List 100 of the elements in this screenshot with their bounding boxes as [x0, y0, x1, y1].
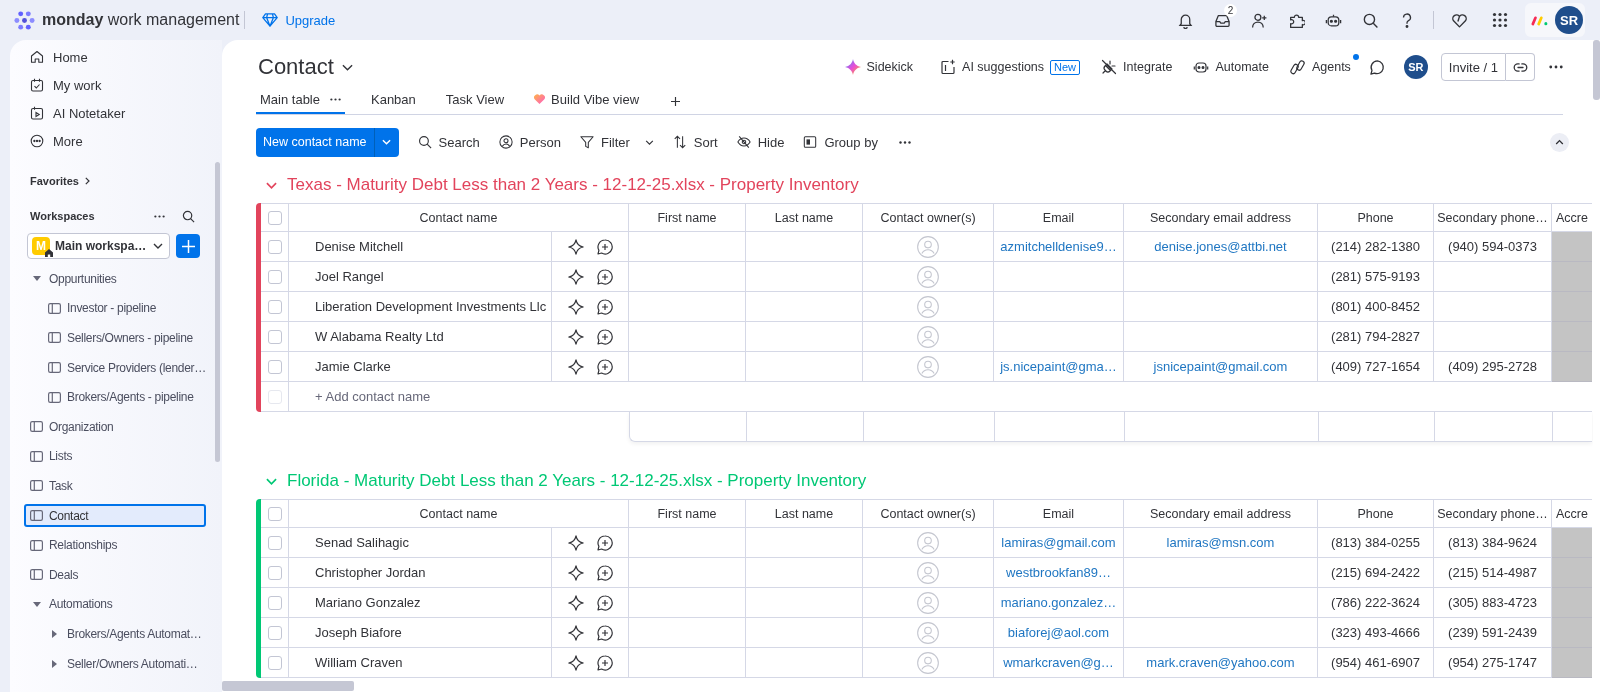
column-header[interactable]: First name	[629, 203, 746, 232]
new-item-button[interactable]: New contact name	[256, 127, 374, 157]
table-cell[interactable]: Mariano Gonzalez	[289, 588, 552, 618]
table-cell[interactable]	[1124, 262, 1318, 292]
apps-grid-icon[interactable]	[1492, 12, 1508, 28]
more-icon[interactable]	[898, 140, 911, 144]
board-item[interactable]: Relationships	[10, 530, 215, 560]
board-item[interactable]: Deals	[10, 559, 215, 590]
scrollbar-thumb[interactable]	[1593, 40, 1600, 100]
select-all-checkbox[interactable]	[267, 506, 282, 521]
more-icon[interactable]	[1549, 65, 1563, 69]
column-header[interactable]: Secondary email address	[1124, 499, 1318, 528]
table-cell[interactable]	[746, 588, 863, 618]
person-icon[interactable]	[917, 651, 939, 674]
table-cell[interactable]	[994, 262, 1124, 292]
folder-item[interactable]: Seller/Owners Automati…	[10, 648, 215, 679]
status-cell[interactable]	[1552, 558, 1592, 588]
table-cell[interactable]	[994, 292, 1124, 322]
board-item[interactable]: Task	[10, 471, 215, 501]
sparkle-icon[interactable]	[567, 268, 584, 285]
column-header[interactable]: Secondary email address	[1124, 203, 1318, 232]
column-header[interactable]: Email	[994, 499, 1124, 528]
chat-plus-icon[interactable]	[596, 594, 613, 611]
email-link[interactable]: westbrookfan89…	[1006, 565, 1111, 580]
column-header[interactable]: Contact owner(s)	[863, 203, 994, 232]
board-item[interactable]: Lists	[10, 441, 215, 472]
toolbar-button[interactable]: Person	[498, 128, 561, 156]
person-icon[interactable]	[917, 561, 939, 584]
board-item[interactable]: Brokers/Agents - pipeline	[10, 382, 215, 412]
nav-item[interactable]: My work	[10, 71, 215, 99]
chat-plus-icon[interactable]	[596, 268, 613, 285]
select-all-checkbox[interactable]	[267, 210, 282, 225]
chat-bubble-icon[interactable]	[1368, 58, 1386, 76]
invite-button[interactable]: Invite / 1	[1440, 53, 1506, 81]
nav-item[interactable]: AI Notetaker	[10, 99, 215, 127]
row-checkbox[interactable]	[267, 269, 282, 284]
row-checkbox[interactable]	[267, 565, 282, 580]
table-cell[interactable]: (214) 282-1380	[1318, 232, 1434, 262]
table-cell[interactable]	[746, 232, 863, 262]
person-icon[interactable]	[917, 325, 939, 348]
header-action[interactable]: AI suggestions New	[940, 53, 1081, 81]
table-cell[interactable]	[1124, 292, 1318, 322]
column-header[interactable]: Last name	[746, 499, 863, 528]
add-button[interactable]	[176, 234, 200, 258]
table-cell[interactable]	[629, 292, 746, 322]
table-cell[interactable]: (215) 694-2422	[1318, 558, 1434, 588]
email-link[interactable]: wmarkcraven@g…	[1003, 655, 1114, 670]
sparkle-icon[interactable]	[567, 534, 584, 551]
table-cell[interactable]: Jamie Clarke	[289, 352, 552, 382]
email-link[interactable]: azmitchelldenise9…	[1000, 239, 1117, 254]
table-cell[interactable]	[746, 528, 863, 558]
table-cell[interactable]	[1124, 322, 1318, 352]
table-cell[interactable]: (786) 222-3624	[1318, 588, 1434, 618]
table-cell[interactable]	[629, 618, 746, 648]
table-cell[interactable]	[629, 558, 746, 588]
status-cell[interactable]	[1552, 352, 1592, 382]
column-header[interactable]: Contact name	[289, 203, 629, 232]
email-link[interactable]: biaforej@aol.com	[1007, 625, 1110, 640]
workspace-selector[interactable]: M Main workspa…	[27, 233, 170, 259]
column-header[interactable]: Email	[994, 203, 1124, 232]
group-title[interactable]: Texas - Maturity Debt Less than 2 Years - 12-12-25.xlsx - Property Inventory	[287, 175, 859, 195]
upgrade-button[interactable]: Upgrade	[262, 12, 336, 28]
board-item[interactable]: Sellers/Owners - pipeline	[10, 323, 215, 353]
folder-item[interactable]: Brokers/Agents Automat…	[10, 619, 215, 649]
table-cell[interactable]	[629, 262, 746, 292]
account-switcher[interactable]: SR	[1525, 3, 1585, 37]
row-checkbox[interactable]	[267, 655, 282, 670]
table-cell[interactable]	[629, 232, 746, 262]
status-cell[interactable]	[1552, 262, 1592, 292]
chat-plus-icon[interactable]	[596, 328, 613, 345]
status-cell[interactable]	[1552, 292, 1592, 322]
row-checkbox[interactable]	[267, 625, 282, 640]
table-cell[interactable]: (813) 384-0255	[1318, 528, 1434, 558]
table-cell[interactable]	[994, 322, 1124, 352]
column-header[interactable]: Phone	[1318, 203, 1434, 232]
person-icon[interactable]	[917, 531, 939, 554]
folder-item[interactable]: Oppurtunities	[10, 264, 215, 294]
column-header[interactable]: Last name	[746, 203, 863, 232]
table-cell[interactable]: William Craven	[289, 648, 552, 678]
folder-item[interactable]: Automations	[10, 589, 215, 620]
rename-field[interactable]: Contact	[24, 504, 206, 528]
column-header[interactable]: Secondary phone…	[1434, 499, 1552, 528]
chat-plus-icon[interactable]	[596, 238, 613, 255]
more-icon[interactable]	[330, 97, 341, 101]
table-cell[interactable]: (323) 493-4666	[1318, 618, 1434, 648]
add-person-icon[interactable]	[1251, 11, 1268, 29]
email-link[interactable]: denise.jones@attbi.net	[1154, 239, 1287, 254]
table-cell[interactable]	[746, 322, 863, 352]
nav-item[interactable]: More	[10, 127, 215, 155]
table-cell[interactable]	[746, 292, 863, 322]
row-checkbox[interactable]	[267, 359, 282, 374]
chat-plus-icon[interactable]	[596, 298, 613, 315]
table-cell[interactable]: Joseph Biafore	[289, 618, 552, 648]
person-icon[interactable]	[917, 295, 939, 318]
table-cell[interactable]: (281) 794-2827	[1318, 322, 1434, 352]
person-icon[interactable]	[917, 621, 939, 644]
status-cell[interactable]	[1552, 322, 1592, 352]
status-cell[interactable]	[1552, 648, 1592, 678]
board-title[interactable]: Contact	[256, 54, 353, 80]
copy-link-button[interactable]	[1506, 53, 1535, 81]
